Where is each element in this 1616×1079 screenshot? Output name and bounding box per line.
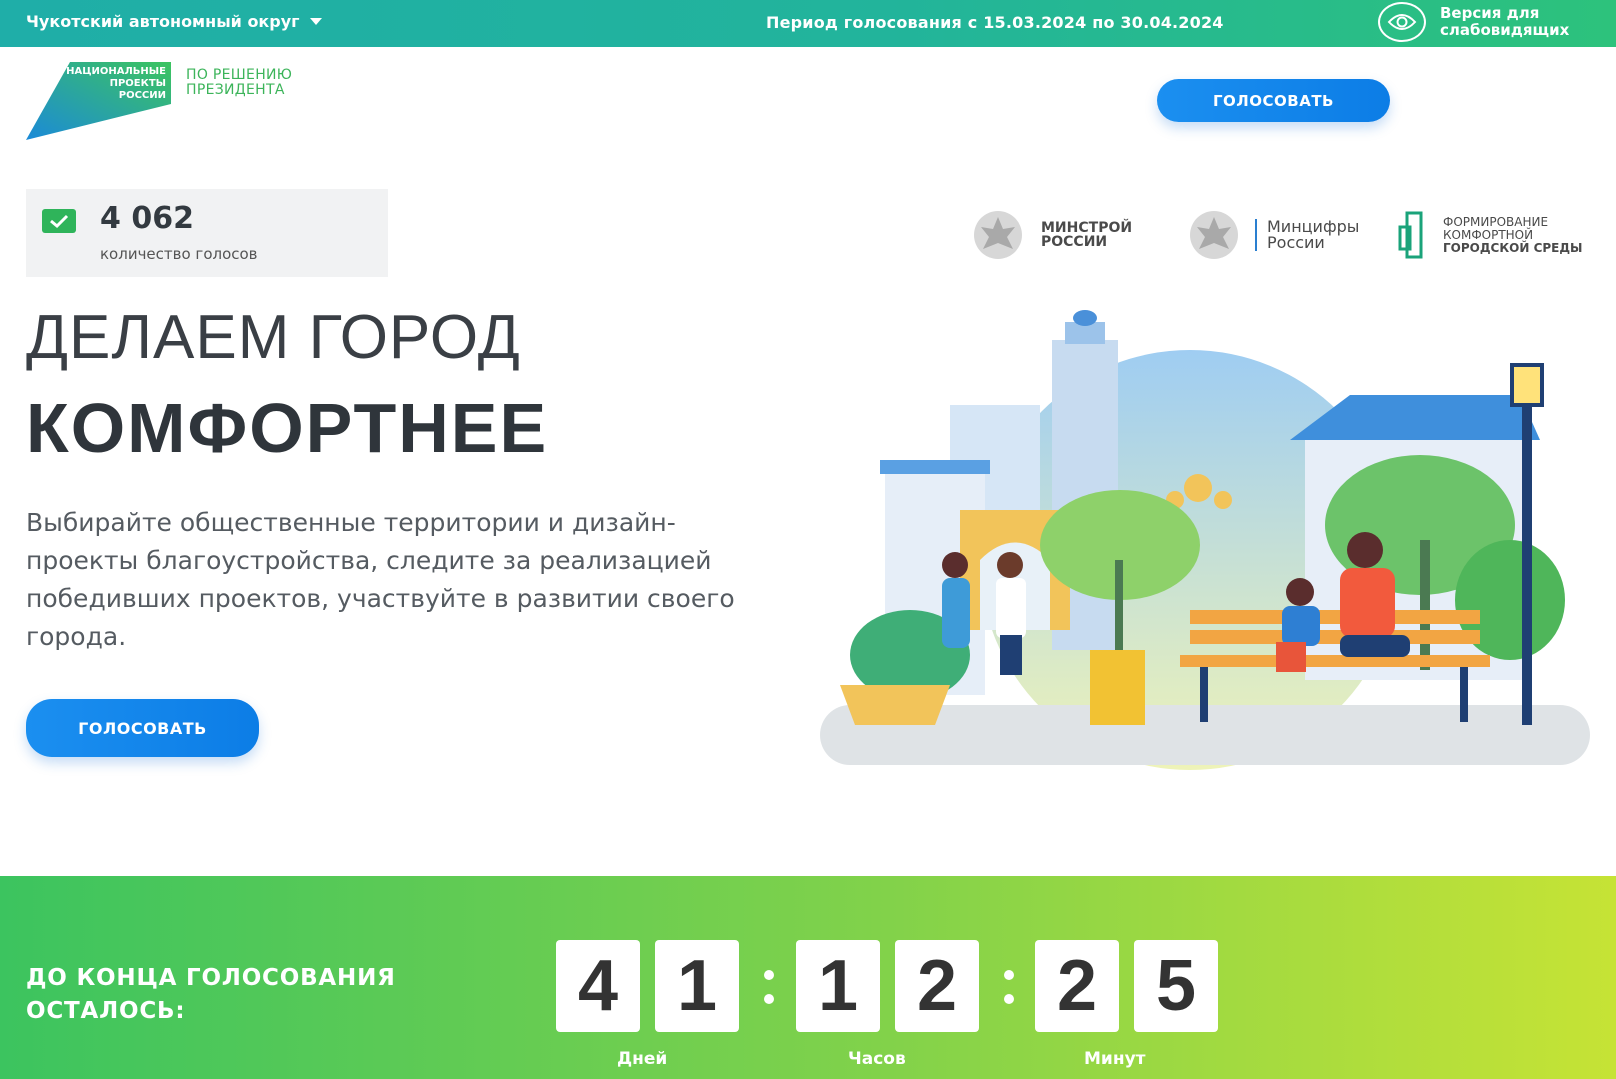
vote-counter: 4 062 количество голосов <box>26 189 388 277</box>
partner-mintsifry-name: Минцифры России <box>1267 217 1360 252</box>
countdown-section: ДО КОНЦА ГОЛОСОВАНИЯ ОСТАЛОСЬ: 4 1 1 2 2… <box>0 876 1616 1079</box>
logo-line-2: ПРОЕКТЫ <box>110 78 166 89</box>
region-label: Чукотский автономный округ <box>26 12 300 31</box>
minutes-digit-1: 2 <box>1035 940 1119 1032</box>
hero-description: Выбирайте общественные территории и диза… <box>26 508 735 651</box>
national-projects-logo[interactable]: НАЦИОНАЛЬНЫЕ ПРОЕКТЫ РОССИИ ПО РЕШЕНИЮ П… <box>26 60 326 140</box>
logo-subtitle-line-1: ПО РЕШЕНИЮ <box>186 67 293 83</box>
top-bar: Чукотский автономный округ Период голосо… <box>0 0 1616 47</box>
partner-comfortable-environment-name: ФОРМИРОВАНИЕ КОМФОРТНОЙ ГОРОДСКОЙ СРЕДЫ <box>1443 214 1583 255</box>
partner-mintsifry[interactable]: Минцифры России <box>1183 200 1359 270</box>
days-digit-1: 4 <box>556 940 640 1032</box>
comfortable-environment-icon <box>1398 211 1423 259</box>
logo-triangle-icon: НАЦИОНАЛЬНЫЕ ПРОЕКТЫ РОССИИ <box>26 62 171 140</box>
coat-of-arms-icon <box>974 211 1022 259</box>
hours-label: Часов <box>848 1049 906 1069</box>
countdown-separator <box>760 966 776 1006</box>
hero-title-line-1: ДЕЛАЕМ ГОРОД <box>26 303 521 372</box>
partner-comfortable-environment[interactable]: ФОРМИРОВАНИЕ КОМФОРТНОЙ ГОРОДСКОЙ СРЕДЫ <box>1397 200 1583 270</box>
countdown-title-line-2: ОСТАЛОСЬ: <box>26 998 186 1024</box>
voting-period: Период голосования с 15.03.2024 по 30.04… <box>766 13 1224 32</box>
hours-digit-2: 2 <box>895 940 979 1032</box>
days-digit-2: 1 <box>655 940 739 1032</box>
countdown-title-line-1: ДО КОНЦА ГОЛОСОВАНИЯ <box>26 965 396 991</box>
partner-logos: МИНСТРОЙ РОССИИ Минцифры России ФОРМИРОВ… <box>965 200 1595 270</box>
check-ballot-icon <box>42 209 76 233</box>
partner-divider <box>1255 219 1257 251</box>
partner-minstroy[interactable]: МИНСТРОЙ РОССИИ <box>965 200 1132 270</box>
chevron-down-icon <box>309 18 322 25</box>
countdown-separator <box>1000 966 1016 1006</box>
logo-line-1: НАЦИОНАЛЬНЫЕ <box>66 66 166 77</box>
minutes-label: Минут <box>1084 1049 1146 1069</box>
logo-subtitle: ПО РЕШЕНИЮ ПРЕЗИДЕНТА <box>186 68 292 98</box>
city-park-illustration <box>820 310 1590 775</box>
eye-icon <box>1378 2 1426 42</box>
logo-subtitle-line-2: ПРЕЗИДЕНТА <box>186 82 285 98</box>
minutes-digit-2: 5 <box>1134 940 1218 1032</box>
accessibility-label: Версия для слабовидящих <box>1440 4 1570 39</box>
countdown-title: ДО КОНЦА ГОЛОСОВАНИЯ ОСТАЛОСЬ: <box>26 962 496 1028</box>
hours-digit-1: 1 <box>796 940 880 1032</box>
vote-button-header[interactable]: ГОЛОСОВАТЬ <box>1157 79 1390 122</box>
coat-of-arms-icon <box>1190 211 1238 259</box>
accessibility-version-link[interactable]: Версия для слабовидящих <box>1378 2 1590 42</box>
hero-title-line-2: КОМФОРТНЕЕ <box>26 389 549 467</box>
days-label: Дней <box>617 1049 668 1069</box>
vote-count: 4 062 <box>100 201 194 236</box>
logo-line-3: РОССИИ <box>119 90 166 101</box>
partner-minstroy-name: МИНСТРОЙ РОССИИ <box>1041 220 1133 250</box>
vote-button-main[interactable]: ГОЛОСОВАТЬ <box>26 699 259 757</box>
region-selector[interactable]: Чукотский автономный округ <box>26 12 322 31</box>
vote-count-label: количество голосов <box>100 245 258 263</box>
